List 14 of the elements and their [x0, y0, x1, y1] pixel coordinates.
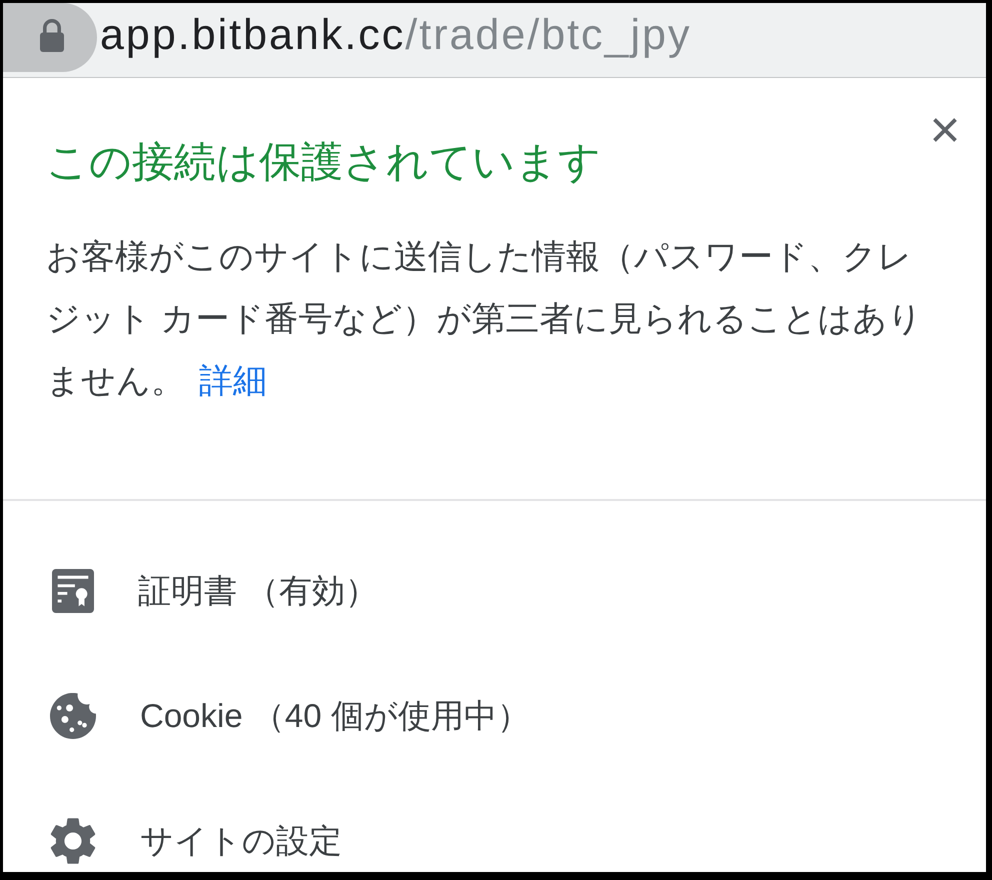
certificate-icon — [52, 569, 94, 613]
description-text: お客様がこのサイトに送信した情報（パスワード、クレジット カード番号など）が第三者に見られることはありません。 詳細 — [46, 237, 924, 402]
lock-icon — [40, 19, 64, 52]
close-button[interactable] — [931, 116, 959, 144]
cookie-icon — [50, 693, 96, 739]
site-settings-item[interactable]: サイトの設定 — [50, 817, 342, 865]
site-info-button[interactable] — [3, 3, 97, 72]
popup-title: この接続は保護されています — [46, 137, 601, 187]
details-link[interactable]: 詳細 — [199, 362, 267, 400]
close-icon — [931, 116, 959, 144]
settings-icon — [50, 817, 96, 865]
url-text[interactable]: app.bitbank.cc/trade/btc_jpy — [100, 10, 692, 60]
certificate-item[interactable]: 証明書 （有効） — [50, 567, 378, 615]
cookies-item[interactable]: Cookie （40 個が使用中） — [50, 692, 530, 740]
